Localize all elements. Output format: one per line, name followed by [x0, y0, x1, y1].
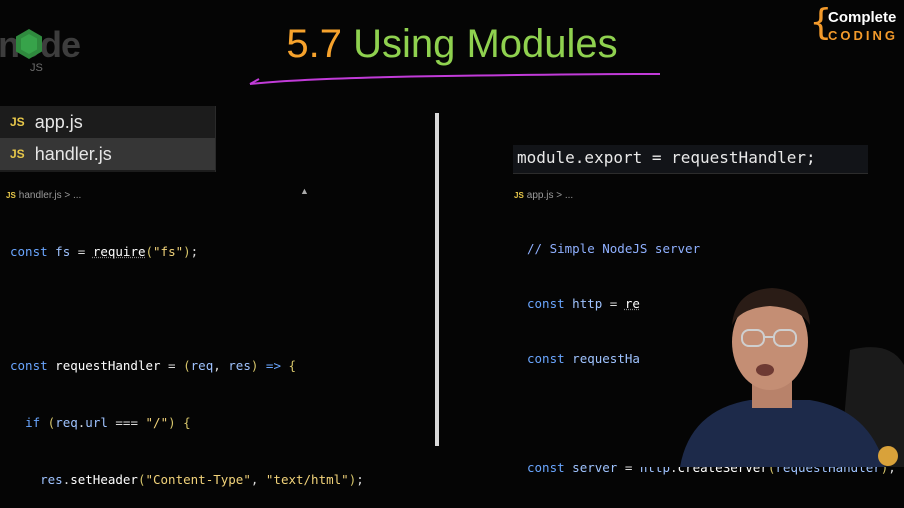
js-file-icon: JS — [10, 147, 25, 161]
code-line: const requestHandler = (req, res) => { — [10, 358, 297, 373]
code-line: const fs = require("fs"); — [10, 244, 199, 259]
breadcrumb-text: app.js > ... — [526, 190, 574, 201]
export-line: module.export = requestHandler; — [517, 148, 816, 167]
js-file-icon: JS — [514, 191, 524, 200]
slide-title: 5.7 Using Modules — [0, 22, 904, 67]
mouse-cursor-icon: ▲ — [300, 186, 309, 196]
js-file-icon: JS — [6, 191, 16, 200]
title-text: Using Modules — [353, 22, 618, 66]
title-number: 5.7 — [286, 22, 342, 66]
divider — [435, 113, 439, 446]
brand-logo: { Complete CODING — [810, 2, 904, 46]
file-item-handler-js[interactable]: JS handler.js — [0, 138, 215, 170]
brand-top-text: Complete — [828, 9, 897, 26]
file-name: handler.js — [34, 143, 112, 164]
js-file-icon: JS — [10, 115, 25, 129]
code-line: // Simple NodeJS server — [527, 241, 701, 257]
code-line: if (req.url === "/") { — [25, 415, 191, 430]
brand-bottom-text: CODING — [828, 28, 898, 43]
breadcrumb-handler[interactable]: JS handler.js > ... — [6, 190, 81, 201]
title-underline — [249, 73, 661, 85]
code-editor-left[interactable]: const fs = require("fs"); const requestH… — [10, 204, 364, 508]
file-name: app.js — [34, 111, 83, 132]
file-item-app-js[interactable]: JS app.js — [0, 106, 215, 138]
breadcrumb-text: handler.js > ... — [18, 190, 82, 201]
export-snippet: module.export = requestHandler; — [513, 145, 868, 174]
file-list: JS app.js JS handler.js — [0, 106, 216, 172]
presenter-webcam — [640, 270, 904, 467]
breadcrumb-app[interactable]: JS app.js > ... — [514, 190, 573, 201]
code-line: res.setHeader("Content-Type", "text/html… — [40, 472, 364, 487]
